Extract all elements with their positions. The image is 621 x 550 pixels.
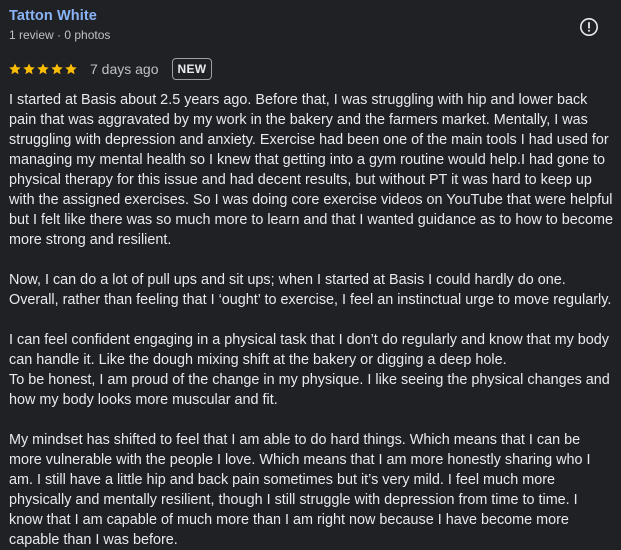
new-badge: NEW (171, 58, 213, 80)
report-button[interactable] (577, 15, 601, 39)
star-icon (65, 63, 77, 75)
review-paragraph: I started at Basis about 2.5 years ago. … (9, 92, 613, 248)
review-paragraph: I can feel confident engaging in a physi… (9, 332, 609, 368)
review-text: I started at Basis about 2.5 years ago. … (9, 90, 614, 550)
review-paragraph: My mindset has shifted to feel that I am… (9, 432, 591, 548)
reviewer-name-link[interactable]: Tatton White (9, 8, 97, 24)
report-icon (580, 18, 598, 36)
rating-row: 7 days ago NEW (8, 58, 213, 80)
review-paragraph: To be honest, I am proud of the change i… (9, 372, 610, 408)
review-card: Tatton White 1 review · 0 photos 7 days … (0, 0, 621, 550)
star-rating (8, 62, 78, 76)
review-paragraph: Now, I can do a lot of pull ups and sit … (9, 272, 612, 308)
review-date: 7 days ago (90, 61, 159, 77)
star-icon (9, 63, 21, 75)
star-icon (23, 63, 35, 75)
star-icon (51, 63, 63, 75)
star-icon (37, 63, 49, 75)
reviewer-meta: 1 review · 0 photos (9, 28, 111, 42)
